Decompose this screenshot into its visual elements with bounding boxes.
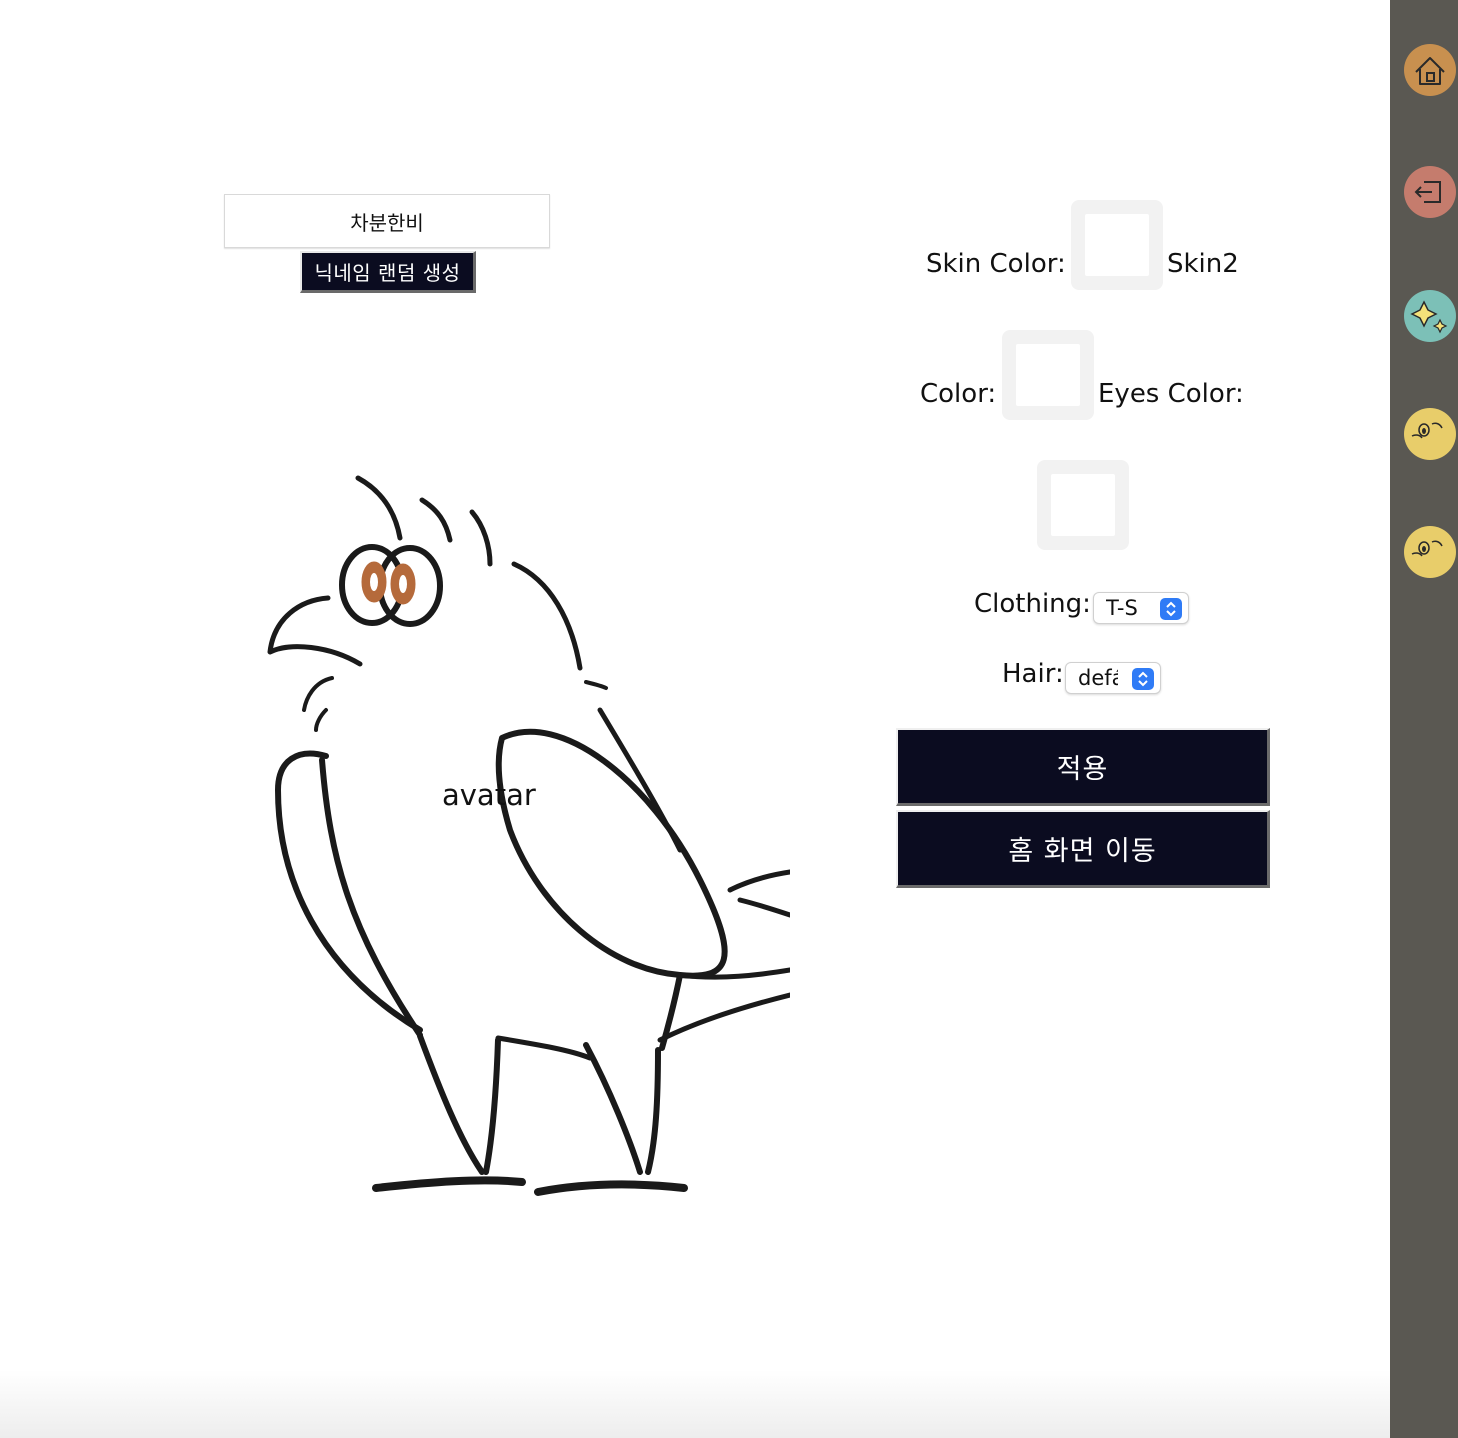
select-arrows-icon [1160,598,1182,620]
nickname-field[interactable]: 차분한비 [224,194,550,248]
skin-color-picker[interactable] [1071,200,1163,290]
avatar-illustration [267,475,790,1196]
hair-label: Hair: [1002,659,1064,689]
go-home-button[interactable]: 홈 화면 이동 [896,810,1270,888]
apply-button[interactable]: 적용 [896,728,1270,806]
sparkle-icon[interactable] [1402,288,1458,344]
skin2-label: Skin2 [1167,249,1239,279]
select-arrows-icon [1132,668,1154,690]
skin-color-label: Skin Color: [926,249,1066,279]
eyes-color-picker[interactable] [1037,460,1129,550]
chick-icon[interactable] [1402,406,1458,462]
chick-icon[interactable] [1402,524,1458,580]
clothing-select[interactable]: T-S [1093,592,1189,624]
bottom-shadow [0,1370,1390,1438]
hair-select[interactable]: defá [1065,662,1161,694]
eyes-color-label: Eyes Color: [1098,379,1244,409]
home-icon[interactable] [1402,42,1458,98]
color-picker[interactable] [1002,330,1094,420]
color-label: Color: [920,379,997,409]
nickname-text: 차분한비 [350,210,424,235]
random-nickname-button[interactable]: 닉네임 랜덤 생성 [300,251,476,293]
hair-select-value: defá [1078,666,1118,690]
logout-icon[interactable] [1402,164,1458,220]
avatar-alt-text: avatar [442,778,536,812]
clothing-label: Clothing: [974,589,1091,619]
clothing-select-value: T-S [1106,596,1138,620]
